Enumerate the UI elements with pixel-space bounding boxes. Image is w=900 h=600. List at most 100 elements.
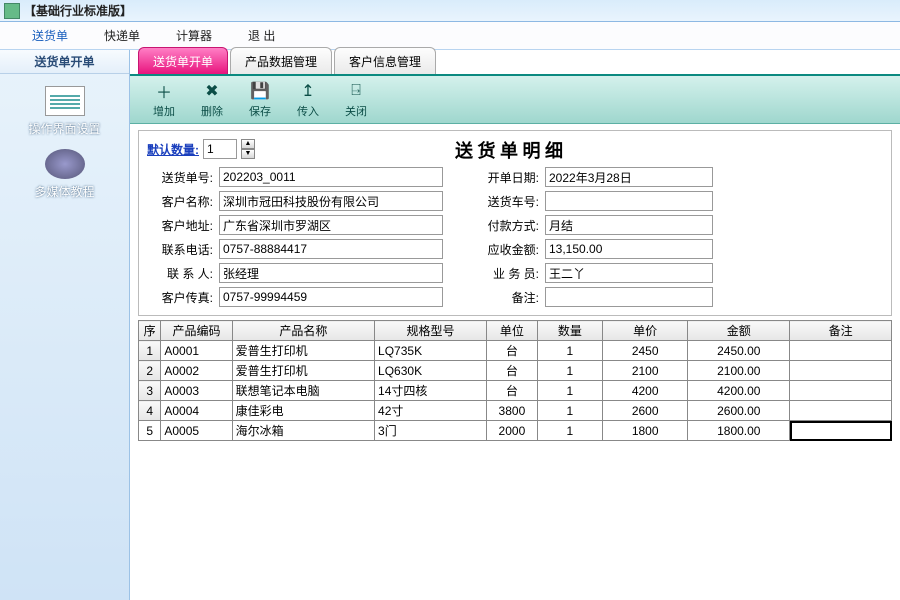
grid-cell-r0-c1[interactable]: A0001 bbox=[161, 341, 232, 361]
grid-cell-r0-c0[interactable]: 1 bbox=[139, 341, 161, 361]
toolbar-关闭-button[interactable]: ⍈关闭 bbox=[332, 80, 380, 119]
menu-item-2[interactable]: 计算器 bbox=[158, 23, 230, 48]
spinner-up-icon[interactable]: ▲ bbox=[241, 139, 255, 149]
data-grid[interactable]: 序产品编码产品名称规格型号单位数量单价金额备注1A0001爱普生打印机LQ735… bbox=[138, 320, 892, 441]
menu-item-3[interactable]: 退 出 bbox=[230, 23, 293, 48]
grid-header-8[interactable]: 备注 bbox=[790, 321, 892, 341]
grid-cell-r1-c5[interactable]: 1 bbox=[537, 361, 602, 381]
menu-item-0[interactable]: 送货单 bbox=[14, 23, 86, 48]
form-input-left-4[interactable] bbox=[219, 263, 443, 283]
sidebar-item-label: 多媒体教程 bbox=[34, 183, 94, 200]
toolbar-icon-1: ✖ bbox=[201, 80, 223, 102]
form-title: 送 货 单 明 细 bbox=[255, 137, 763, 163]
form-input-right-1[interactable] bbox=[545, 191, 713, 211]
grid-cell-r3-c2[interactable]: 康佳彩电 bbox=[232, 401, 374, 421]
grid-cell-r4-c0[interactable]: 5 bbox=[139, 421, 161, 441]
default-qty-input[interactable] bbox=[203, 139, 237, 159]
tab-0[interactable]: 送货单开单 bbox=[138, 47, 228, 74]
form-label-right-0: 开单日期: bbox=[473, 169, 539, 186]
grid-cell-r1-c4[interactable]: 台 bbox=[486, 361, 537, 381]
grid-cell-r3-c0[interactable]: 4 bbox=[139, 401, 161, 421]
sidebar-item-0[interactable]: 操作界面设置 bbox=[10, 86, 120, 137]
grid-cell-r0-c2[interactable]: 爱普生打印机 bbox=[232, 341, 374, 361]
tab-1[interactable]: 产品数据管理 bbox=[230, 47, 332, 74]
grid-cell-r4-c8[interactable] bbox=[790, 421, 892, 441]
toolbar-label: 保存 bbox=[249, 103, 271, 119]
grid-cell-r2-c5[interactable]: 1 bbox=[537, 381, 602, 401]
grid-cell-r4-c4[interactable]: 2000 bbox=[486, 421, 537, 441]
grid-cell-r3-c8[interactable] bbox=[790, 401, 892, 421]
default-qty-spinner[interactable]: ▲▼ bbox=[241, 139, 255, 159]
tab-strip: 送货单开单产品数据管理客户信息管理 bbox=[130, 50, 900, 76]
grid-cell-r3-c1[interactable]: A0004 bbox=[161, 401, 232, 421]
grid-cell-r2-c7[interactable]: 4200.00 bbox=[688, 381, 790, 401]
grid-cell-r1-c8[interactable] bbox=[790, 361, 892, 381]
grid-cell-r4-c1[interactable]: A0005 bbox=[161, 421, 232, 441]
grid-header-2[interactable]: 产品名称 bbox=[232, 321, 374, 341]
grid-cell-r4-c2[interactable]: 海尔冰箱 bbox=[232, 421, 374, 441]
grid-cell-r0-c8[interactable] bbox=[790, 341, 892, 361]
toolbar-保存-button[interactable]: 💾保存 bbox=[236, 80, 284, 119]
toolbar-增加-button[interactable]: ＋增加 bbox=[140, 80, 188, 119]
main-menu: 送货单快递单计算器退 出 bbox=[0, 22, 900, 50]
sidebar-item-1[interactable]: 多媒体教程 bbox=[10, 149, 120, 200]
menu-item-1[interactable]: 快递单 bbox=[86, 23, 158, 48]
form-input-right-3[interactable] bbox=[545, 239, 713, 259]
grid-cell-r0-c3[interactable]: LQ735K bbox=[375, 341, 487, 361]
headset-icon bbox=[45, 149, 85, 179]
form-input-left-1[interactable] bbox=[219, 191, 443, 211]
grid-cell-r2-c6[interactable]: 4200 bbox=[602, 381, 687, 401]
grid-header-1[interactable]: 产品编码 bbox=[161, 321, 232, 341]
grid-cell-r2-c2[interactable]: 联想笔记本电脑 bbox=[232, 381, 374, 401]
grid-header-0[interactable]: 序 bbox=[139, 321, 161, 341]
grid-cell-r1-c3[interactable]: LQ630K bbox=[375, 361, 487, 381]
grid-cell-r3-c7[interactable]: 2600.00 bbox=[688, 401, 790, 421]
grid-cell-r0-c7[interactable]: 2450.00 bbox=[688, 341, 790, 361]
grid-header-7[interactable]: 金额 bbox=[688, 321, 790, 341]
grid-cell-r4-c6[interactable]: 1800 bbox=[602, 421, 687, 441]
grid-cell-r4-c7[interactable]: 1800.00 bbox=[688, 421, 790, 441]
spinner-down-icon[interactable]: ▼ bbox=[241, 149, 255, 159]
toolbar-label: 删除 bbox=[201, 103, 223, 119]
grid-cell-r1-c7[interactable]: 2100.00 bbox=[688, 361, 790, 381]
grid-cell-r0-c6[interactable]: 2450 bbox=[602, 341, 687, 361]
main-panel: 送货单开单产品数据管理客户信息管理 ＋增加✖删除💾保存↥传入⍈关闭 默认数量: … bbox=[130, 50, 900, 600]
grid-cell-r1-c6[interactable]: 2100 bbox=[602, 361, 687, 381]
grid-cell-r3-c5[interactable]: 1 bbox=[537, 401, 602, 421]
grid-header-6[interactable]: 单价 bbox=[602, 321, 687, 341]
form-label-right-2: 付款方式: bbox=[473, 217, 539, 234]
form-input-left-2[interactable] bbox=[219, 215, 443, 235]
form-input-right-4[interactable] bbox=[545, 263, 713, 283]
grid-cell-r0-c4[interactable]: 台 bbox=[486, 341, 537, 361]
form-input-right-2[interactable] bbox=[545, 215, 713, 235]
grid-cell-r2-c4[interactable]: 台 bbox=[486, 381, 537, 401]
grid-cell-r3-c6[interactable]: 2600 bbox=[602, 401, 687, 421]
form-input-left-5[interactable] bbox=[219, 287, 443, 307]
grid-cell-r1-c2[interactable]: 爱普生打印机 bbox=[232, 361, 374, 381]
grid-cell-r1-c0[interactable]: 2 bbox=[139, 361, 161, 381]
grid-cell-r4-c3[interactable]: 3门 bbox=[375, 421, 487, 441]
grid-cell-r4-c5[interactable]: 1 bbox=[537, 421, 602, 441]
grid-header-3[interactable]: 规格型号 bbox=[375, 321, 487, 341]
toolbar-传入-button[interactable]: ↥传入 bbox=[284, 80, 332, 119]
form-input-left-0[interactable] bbox=[219, 167, 443, 187]
form-input-left-3[interactable] bbox=[219, 239, 443, 259]
window-titlebar: 【基础行业标准版】 bbox=[0, 0, 900, 22]
grid-cell-r3-c3[interactable]: 42寸 bbox=[375, 401, 487, 421]
app-icon bbox=[4, 3, 20, 19]
grid-cell-r3-c4[interactable]: 3800 bbox=[486, 401, 537, 421]
toolbar-icon-3: ↥ bbox=[297, 80, 319, 102]
form-input-right-0[interactable] bbox=[545, 167, 713, 187]
grid-cell-r2-c1[interactable]: A0003 bbox=[161, 381, 232, 401]
grid-cell-r2-c3[interactable]: 14寸四核 bbox=[375, 381, 487, 401]
form-label-left-1: 客户名称: bbox=[147, 193, 213, 210]
grid-cell-r2-c8[interactable] bbox=[790, 381, 892, 401]
grid-header-5[interactable]: 数量 bbox=[537, 321, 602, 341]
grid-cell-r2-c0[interactable]: 3 bbox=[139, 381, 161, 401]
toolbar-删除-button[interactable]: ✖删除 bbox=[188, 80, 236, 119]
form-input-right-5[interactable] bbox=[545, 287, 713, 307]
grid-header-4[interactable]: 单位 bbox=[486, 321, 537, 341]
tab-2[interactable]: 客户信息管理 bbox=[334, 47, 436, 74]
grid-cell-r0-c5[interactable]: 1 bbox=[537, 341, 602, 361]
grid-cell-r1-c1[interactable]: A0002 bbox=[161, 361, 232, 381]
